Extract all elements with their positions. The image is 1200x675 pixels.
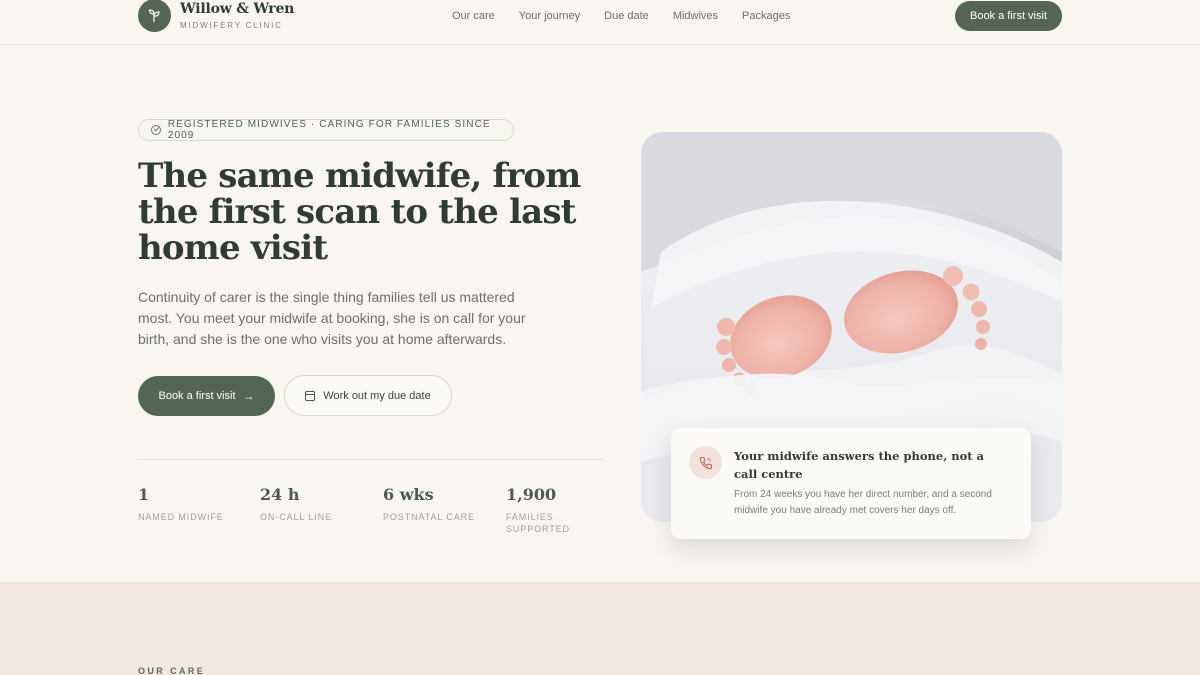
nav-link-your-journey[interactable]: Your journey — [519, 10, 580, 22]
book-first-visit-label: Book a first visit — [158, 390, 236, 402]
stat-label: POSTNATAL CARE — [383, 512, 475, 522]
stat-value: 1,900 — [506, 485, 557, 504]
stat-on-call: 24 h ON-CALL LINE — [260, 486, 370, 523]
nav-link-midwives[interactable]: Midwives — [673, 10, 718, 22]
phone-icon — [689, 446, 722, 479]
main-nav: Our care Your journey Due date Midwives … — [452, 10, 814, 22]
nav-link-packages[interactable]: Packages — [742, 10, 790, 22]
calendar-icon — [305, 390, 316, 401]
registration-badge: REGISTERED MIDWIVES · CARING FOR FAMILIE… — [138, 119, 514, 141]
badge-text: REGISTERED MIDWIVES · CARING FOR FAMILIE… — [167, 119, 491, 141]
nav-link-due-date[interactable]: Due date — [604, 10, 649, 22]
sprout-icon — [138, 0, 171, 32]
site-header: Willow & Wren MIDWIFERY CLINIC Our care … — [0, 0, 1200, 45]
card-title: Your midwife answers the phone, not a ca… — [734, 449, 985, 481]
stats-divider — [138, 459, 604, 460]
card-text: From 24 weeks you have her direct number… — [734, 489, 992, 516]
book-first-visit-button[interactable]: Book a first visit → — [138, 376, 275, 416]
check-circle-icon — [151, 125, 161, 135]
arrow-right-icon: → — [242, 389, 255, 403]
stat-postnatal-care: 6 wks POSTNATAL CARE — [383, 486, 493, 523]
stat-families-supported: 1,900 FAMILIES SUPPORTED — [506, 486, 616, 535]
brand-name: Willow & Wren — [180, 1, 295, 17]
phone-info-card: Your midwife answers the phone, not a ca… — [671, 428, 1031, 539]
section-eyebrow: OUR CARE — [138, 666, 206, 675]
nav-link-our-care[interactable]: Our care — [452, 10, 495, 22]
our-care-section — [0, 582, 1200, 675]
brand-subtitle: MIDWIFERY CLINIC — [180, 21, 283, 30]
stat-value: 1 — [138, 485, 150, 504]
hero-lead: Continuity of carer is the single thing … — [138, 289, 526, 347]
due-date-label: Work out my due date — [323, 389, 431, 402]
stat-value: 6 wks — [383, 485, 434, 504]
hero-headline: The same midwife, from the first scan to… — [138, 156, 581, 268]
due-date-button[interactable]: Work out my due date — [284, 375, 452, 416]
stat-named-midwife: 1 NAMED MIDWIFE — [138, 486, 248, 523]
stat-label: FAMILIES SUPPORTED — [506, 512, 570, 534]
header-book-button[interactable]: Book a first visit — [955, 1, 1062, 31]
stat-value: 24 h — [260, 485, 300, 504]
stat-label: ON-CALL LINE — [260, 512, 332, 522]
brand-logo[interactable]: Willow & Wren MIDWIFERY CLINIC — [138, 0, 294, 32]
stat-label: NAMED MIDWIFE — [138, 512, 224, 522]
